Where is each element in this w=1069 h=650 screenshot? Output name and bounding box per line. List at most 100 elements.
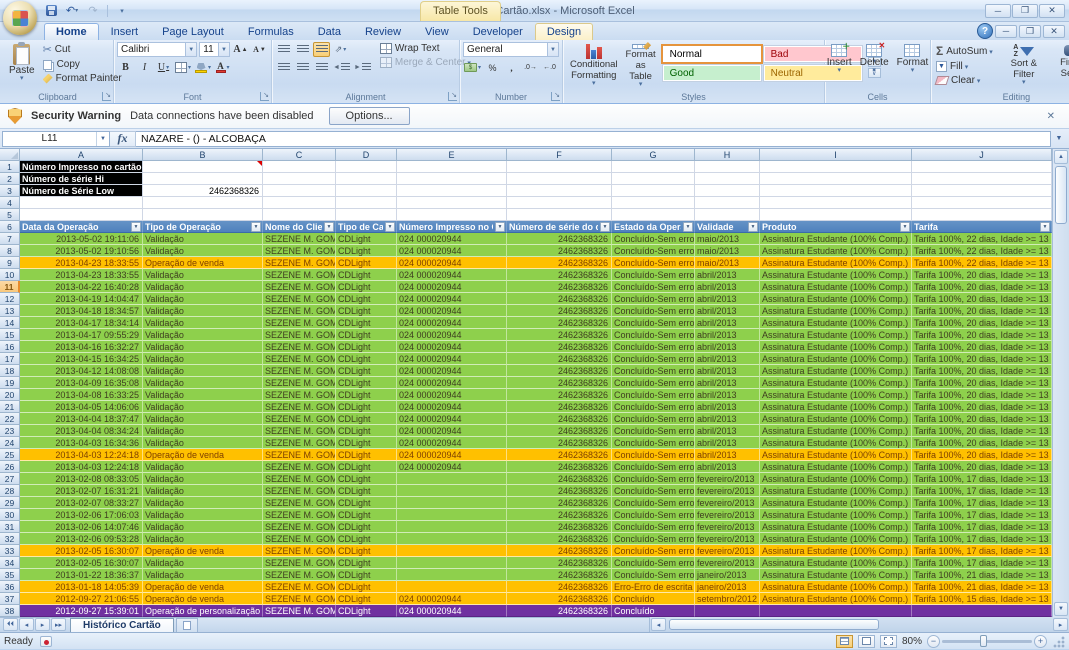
fill-color-button[interactable]: ▾ [194,60,212,75]
cell[interactable]: 2013-04-04 18:37:47 [20,413,143,425]
cell[interactable]: SEZENE M. GOMES [263,329,336,341]
filter-dropdown-icon[interactable]: ▼ [748,222,758,232]
cell[interactable]: CDLight [336,593,397,605]
cell[interactable] [336,161,397,173]
tab-page-layout[interactable]: Page Layout [150,23,236,40]
cell[interactable]: 2462368326 [507,257,612,269]
cell[interactable] [397,497,507,509]
cell[interactable] [612,173,695,185]
cell[interactable]: 2013-04-22 16:40:28 [20,281,143,293]
cell[interactable]: Validação [143,533,263,545]
cell[interactable] [397,569,507,581]
cell[interactable]: abril/2013 [695,389,760,401]
row-header[interactable]: 8 [0,245,20,257]
cell[interactable]: CDLight [336,473,397,485]
row-header[interactable]: 37 [0,593,20,605]
cell[interactable]: SEZENE M. GOMES [263,449,336,461]
cell[interactable]: Tarifa 100%, 20 dias, Idade >= 13 [912,401,1052,413]
cell[interactable]: 024 000020944 [397,329,507,341]
tab-insert[interactable]: Insert [99,23,151,40]
cell[interactable]: 2462368326 [507,293,612,305]
cell[interactable]: abril/2013 [695,305,760,317]
filter-dropdown-icon[interactable]: ▼ [324,222,334,232]
cell[interactable]: CDLight [336,557,397,569]
cell[interactable]: Concluído-Sem erro [612,389,695,401]
row-header[interactable]: 29 [0,497,20,509]
increase-font-button[interactable]: A▲ [232,42,249,57]
cell[interactable] [760,185,912,197]
row-header[interactable]: 11 [0,281,20,293]
cell[interactable]: 2013-02-05 16:30:07 [20,545,143,557]
cell[interactable] [695,161,760,173]
cell[interactable] [397,485,507,497]
cell[interactable]: Assinatura Estudante (100% Comp.) [760,305,912,317]
cell[interactable] [612,197,695,209]
cell[interactable]: Tarifa 100%, 22 dias, Idade >= 13 [912,245,1052,257]
tab-view[interactable]: View [413,23,461,40]
cell[interactable] [397,173,507,185]
cell[interactable]: Concluído-Sem erro [612,497,695,509]
cell[interactable] [912,173,1052,185]
cell[interactable] [143,197,263,209]
cell[interactable]: SEZENE M. GOMES [263,245,336,257]
cell[interactable] [397,185,507,197]
cell[interactable]: Operação de venda [143,593,263,605]
table-header-cell[interactable]: Tarifa▼ [912,221,1052,233]
cell[interactable]: Tarifa 100%, 20 dias, Idade >= 13 [912,425,1052,437]
accounting-format-button[interactable]: $▾ [463,60,482,75]
cell[interactable]: 2462368326 [507,437,612,449]
cell[interactable]: 2462368326 [507,269,612,281]
cell[interactable]: abril/2013 [695,413,760,425]
row-header[interactable]: 6 [0,221,20,233]
cell[interactable]: SEZENE M. GOMES [263,461,336,473]
cell[interactable]: SEZENE M. GOMES [263,425,336,437]
filter-dropdown-icon[interactable]: ▼ [900,222,910,232]
workbook-restore-button[interactable]: ❐ [1019,25,1041,38]
cell[interactable]: 2013-04-17 18:34:14 [20,317,143,329]
cell[interactable]: Concluído-Sem erro [612,473,695,485]
cell[interactable]: CDLight [336,413,397,425]
cell[interactable]: Tarifa 100%, 17 dias, Idade >= 13 [912,545,1052,557]
cell[interactable]: 024 000020944 [397,413,507,425]
page-break-view-button[interactable] [880,635,897,648]
cell[interactable]: CDLight [336,245,397,257]
cell[interactable]: Validação [143,365,263,377]
cell[interactable]: CDLight [336,281,397,293]
cell[interactable]: 2013-04-19 14:04:47 [20,293,143,305]
table-header-cell[interactable]: Produto▼ [760,221,912,233]
cell[interactable]: 024 000020944 [397,437,507,449]
cell[interactable]: 024 000020944 [397,353,507,365]
cell[interactable]: 2013-04-23 18:33:55 [20,257,143,269]
align-right-button[interactable] [313,60,330,75]
align-center-button[interactable] [294,60,311,75]
cell[interactable]: 2013-02-07 08:33:27 [20,497,143,509]
cell[interactable]: 024 000020944 [397,281,507,293]
cell[interactable]: abril/2013 [695,329,760,341]
cell[interactable]: Concluído [612,593,695,605]
cell[interactable]: 2462368326 [507,593,612,605]
workbook-close-button[interactable]: ✕ [1043,25,1065,38]
cell[interactable]: Validação [143,497,263,509]
cell[interactable]: 2013-04-18 18:34:57 [20,305,143,317]
cell[interactable] [143,173,263,185]
cell[interactable]: fevereiro/2013 [695,557,760,569]
font-family-combo[interactable]: Calibri▼ [117,42,197,57]
cell[interactable]: 2013-02-06 17:06:03 [20,509,143,521]
insert-function-button[interactable]: fx [110,131,136,147]
format-cells-button[interactable]: Format [893,42,933,90]
cell[interactable] [695,173,760,185]
increase-decimal-button[interactable]: .0→ [522,60,539,75]
cell[interactable]: Concluído-Sem erro [612,413,695,425]
row-header[interactable]: 12 [0,293,20,305]
filter-dropdown-icon[interactable]: ▼ [683,222,693,232]
cell[interactable]: Concluído-Sem erro [612,329,695,341]
cell[interactable]: 2013-04-08 16:33:25 [20,389,143,401]
cell[interactable] [760,209,912,221]
cell[interactable]: Tarifa 100%, 20 dias, Idade >= 13 [912,293,1052,305]
cell[interactable]: Validação [143,269,263,281]
cell[interactable]: Assinatura Estudante (100% Comp.) [760,545,912,557]
cell[interactable]: Validação [143,413,263,425]
cell[interactable]: abril/2013 [695,317,760,329]
cell[interactable]: Validação [143,389,263,401]
message-bar-close-icon[interactable]: ✕ [1041,111,1061,122]
